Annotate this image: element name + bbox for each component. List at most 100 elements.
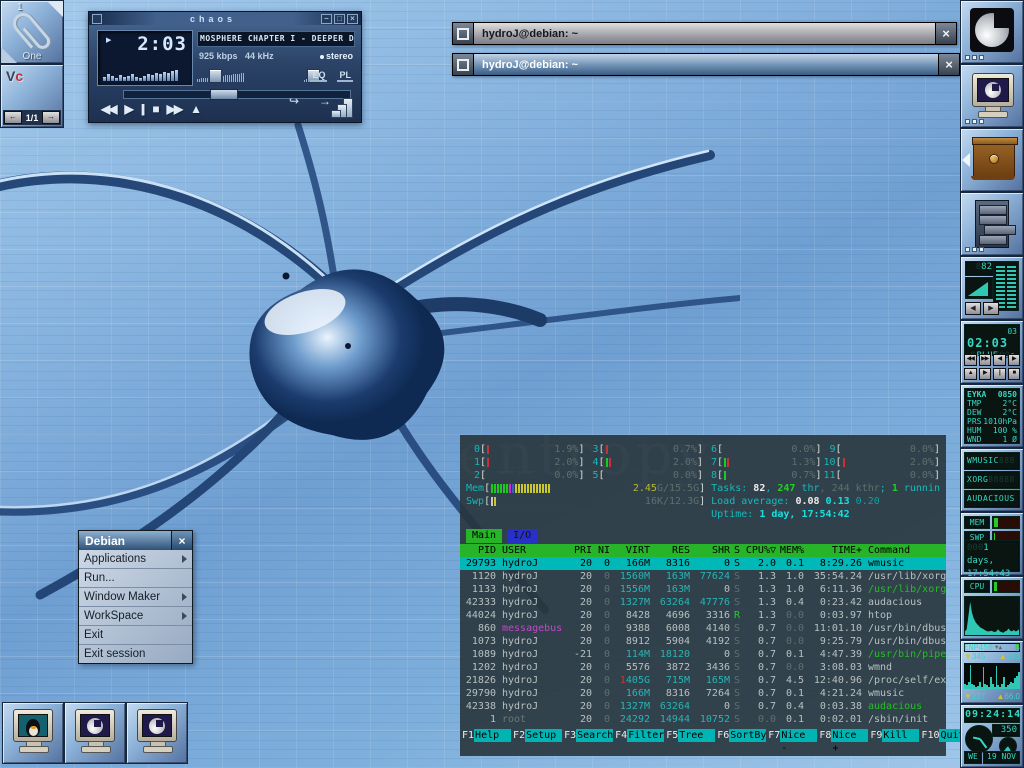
dock-network-tile[interactable]: ENP450 ▼▲ B ▼345 ▲243 ▼227 ▲66.0 bbox=[960, 640, 1024, 704]
menu-item-exit-session[interactable]: Exit session bbox=[79, 645, 192, 663]
dock-file-cabinet-tile[interactable] bbox=[960, 192, 1024, 256]
pager-right-button[interactable]: → bbox=[42, 111, 60, 124]
workspace-clip[interactable]: 1 One bbox=[0, 0, 64, 64]
column-virt[interactable]: VIRT bbox=[610, 544, 650, 557]
seek-bar[interactable] bbox=[123, 90, 351, 99]
menu-item-run-[interactable]: Run... bbox=[79, 569, 192, 588]
process-row[interactable]: 29793hydroJ200166M83160S2.00.18:29.26wmu… bbox=[460, 557, 946, 570]
column-shr[interactable]: SHR bbox=[690, 544, 730, 557]
tab-main[interactable]: Main bbox=[466, 529, 502, 543]
wmusic-ff-button[interactable]: ▶ bbox=[1008, 354, 1021, 366]
column-ni[interactable]: NI bbox=[592, 544, 610, 557]
mixer-prev-channel-button[interactable]: ◀ bbox=[965, 302, 981, 315]
wmusic-stop-button[interactable]: ■ bbox=[1008, 368, 1021, 380]
wmusic-eject-button[interactable]: ▲ bbox=[964, 368, 977, 380]
player-minimize-icon[interactable]: – bbox=[321, 14, 332, 24]
dock-terminal-launcher-tile[interactable] bbox=[960, 64, 1024, 128]
fkey-search[interactable]: F3Search bbox=[562, 729, 613, 742]
wmusic-rew-button[interactable]: ◀ bbox=[993, 354, 1006, 366]
tab-io[interactable]: I/O bbox=[507, 529, 537, 543]
terminal2-close-button[interactable]: × bbox=[938, 54, 959, 75]
menu-item-applications[interactable]: Applications bbox=[79, 550, 192, 569]
terminal2-miniaturize-button[interactable] bbox=[453, 54, 474, 75]
menu-item-window-maker[interactable]: Window Maker bbox=[79, 588, 192, 607]
process-row[interactable]: 1120hydroJ2001560M163M77624S1.31.035:54.… bbox=[460, 570, 946, 583]
next-button[interactable]: ▶▶ bbox=[167, 102, 181, 116]
process-row[interactable]: 1133hydroJ2001556M163M0S1.31.06:11.36/us… bbox=[460, 583, 946, 596]
dock-mixer-tile[interactable]: 882 ◀ ▶ bbox=[960, 256, 1024, 320]
process-row[interactable]: 1089hydroJ-210114M181200S0.70.14:47.39/u… bbox=[460, 648, 946, 661]
process-row[interactable]: 29790hydroJ200166M83167264S0.70.14:21.24… bbox=[460, 687, 946, 700]
terminal1-titlebar[interactable]: hydroJ@debian: ~ bbox=[474, 23, 935, 44]
fkey-setup[interactable]: F2Setup bbox=[511, 729, 562, 742]
fkey-tree[interactable]: F5Tree bbox=[664, 729, 715, 742]
menu-item-workspace[interactable]: WorkSpace bbox=[79, 607, 192, 626]
stop-button[interactable]: ■ bbox=[152, 102, 157, 116]
dock-wmtop-tile[interactable]: WMUSIC888XORG88888AUDACIOUS bbox=[960, 448, 1024, 512]
column-command[interactable]: Command bbox=[862, 544, 946, 557]
fkey-nice[interactable]: F8Nice + bbox=[817, 729, 868, 742]
wmusic-prev-button[interactable]: ◀◀ bbox=[964, 354, 977, 366]
process-row[interactable]: 42338hydroJ2001327M632640S0.70.40:03.38a… bbox=[460, 700, 946, 713]
dock-sysmon-tile[interactable]: MEM SWP 0001 days, 17:54:43 bbox=[960, 512, 1024, 576]
volume-slider[interactable] bbox=[197, 69, 283, 82]
fkey-kill[interactable]: F9Kill bbox=[868, 729, 919, 742]
column-mem[interactable]: MEM% bbox=[776, 544, 804, 557]
process-row[interactable]: 1202hydroJ200557638723436S0.70.03:08.03w… bbox=[460, 661, 946, 674]
process-row[interactable]: 860messagebus200938860084140S0.70.011:01… bbox=[460, 622, 946, 635]
player-close-icon[interactable]: × bbox=[347, 14, 358, 24]
player-shade-icon[interactable]: □ bbox=[334, 14, 345, 24]
drawer-arrow-icon[interactable] bbox=[962, 153, 970, 167]
dock-wmaker-tile[interactable] bbox=[960, 0, 1024, 64]
wmusic-next-button[interactable]: ▶▶ bbox=[979, 354, 992, 366]
shuffle-icon[interactable]: ↪ bbox=[289, 94, 299, 108]
column-user[interactable]: USER bbox=[496, 544, 568, 557]
dock-weather-tile[interactable]: EYKA 0850 TMP2°CDEW2°CPRS1010hPaHUM100 %… bbox=[960, 384, 1024, 448]
terminal-appicon[interactable] bbox=[2, 702, 64, 764]
eq-button[interactable]: EQ bbox=[310, 70, 327, 82]
seek-knob[interactable] bbox=[210, 89, 238, 100]
process-row[interactable]: 42333hydroJ2001327M6326447776S1.30.40:23… bbox=[460, 596, 946, 609]
repeat-icon[interactable]: → bbox=[319, 94, 331, 108]
column-time+[interactable]: TIME+ bbox=[804, 544, 862, 557]
player-titlebar[interactable]: chaos – □ × bbox=[89, 12, 361, 25]
terminal1-miniaturize-button[interactable] bbox=[453, 23, 474, 44]
dock-drawer-tile[interactable] bbox=[960, 128, 1024, 192]
column-res[interactable]: RES bbox=[650, 544, 690, 557]
fkey-help[interactable]: F1Help bbox=[460, 729, 511, 742]
root-menu-close-button[interactable]: × bbox=[171, 531, 192, 550]
fkey-nice[interactable]: F7Nice - bbox=[766, 729, 817, 742]
terminal2-titlebar[interactable]: hydroJ@debian: ~ bbox=[474, 54, 938, 75]
fkey-sortby[interactable]: F6SortBy bbox=[715, 729, 766, 742]
column-s[interactable]: S bbox=[730, 544, 744, 557]
process-row[interactable]: 1073hydroJ200891259044192S0.70.09:25.79/… bbox=[460, 635, 946, 648]
wmaker-appicon[interactable] bbox=[126, 702, 188, 764]
pl-button[interactable]: PL bbox=[337, 70, 353, 82]
column-pri[interactable]: PRI bbox=[568, 544, 592, 557]
player-menu-icon[interactable] bbox=[92, 14, 102, 24]
dock-clock-tile[interactable]: 09:24:14 350 WE 19 NOV bbox=[960, 704, 1024, 768]
eject-button[interactable]: ▲ bbox=[190, 102, 200, 116]
column-cpu[interactable]: CPU%▽ bbox=[744, 544, 776, 557]
wmusic-pause-button[interactable]: || bbox=[993, 368, 1006, 380]
terminal1-close-button[interactable]: × bbox=[935, 23, 956, 44]
menu-item-exit[interactable]: Exit bbox=[79, 626, 192, 645]
pager-appicon[interactable]: Vc ← 1/1 → bbox=[0, 64, 64, 128]
pager-left-button[interactable]: ← bbox=[4, 111, 22, 124]
wmaker-appicon[interactable] bbox=[64, 702, 126, 764]
process-table-header[interactable]: PIDUSERPRINIVIRTRESSHRSCPU%▽MEM%TIME+Com… bbox=[460, 544, 946, 557]
dock-cpu-tile[interactable]: CPU bbox=[960, 576, 1024, 640]
process-row[interactable]: 44024hydroJ200842846963316R1.30.00:03.97… bbox=[460, 609, 946, 622]
mixer-volume-wedge[interactable] bbox=[965, 277, 993, 299]
wmusic-play-button[interactable]: ▶ bbox=[979, 368, 992, 380]
column-pid[interactable]: PID bbox=[460, 544, 496, 557]
play-button[interactable]: ▶ bbox=[124, 102, 131, 116]
process-row[interactable]: 1root200242921494410752S0.00.10:02.01/sb… bbox=[460, 713, 946, 726]
clip-next-arrow[interactable] bbox=[47, 1, 63, 17]
fkey-filter[interactable]: F4Filter bbox=[613, 729, 664, 742]
volume-knob[interactable] bbox=[209, 69, 222, 83]
mixer-next-channel-button[interactable]: ▶ bbox=[983, 302, 999, 315]
dock-wmusic-tile[interactable]: 03 02:03 8BLUE80 ↻ ◀◀▶▶◀▶▲▶||■ bbox=[960, 320, 1024, 384]
pause-button[interactable]: || bbox=[141, 102, 144, 116]
root-menu-titlebar[interactable]: Debian × bbox=[79, 531, 192, 550]
